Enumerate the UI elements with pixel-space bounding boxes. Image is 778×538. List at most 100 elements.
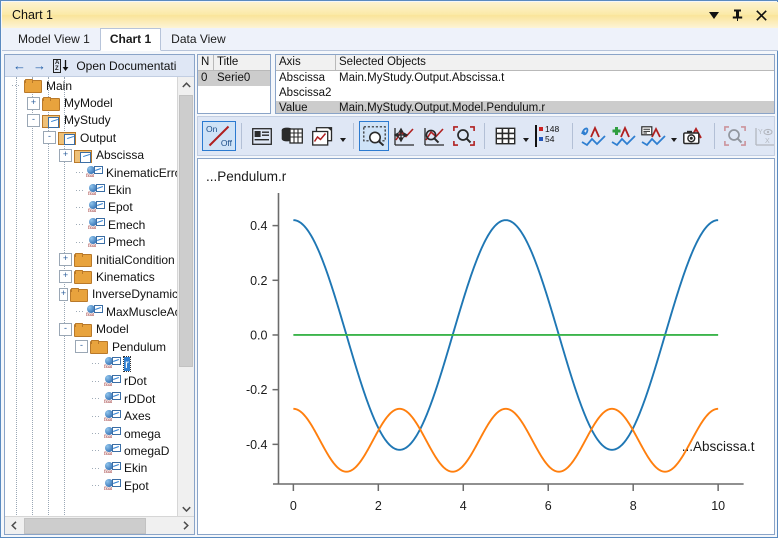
tree-item-rddot[interactable]: ⋯ float rDDot (5, 390, 178, 407)
tree-branch-icon: ⋯ (75, 236, 84, 247)
curve-label[interactable] (638, 121, 668, 151)
tree-item-abscissa[interactable]: + Abscissa (5, 147, 178, 164)
grid-toggle[interactable] (490, 121, 520, 151)
tree-item-omega[interactable]: ⋯ float omega (5, 425, 178, 442)
zoom-axis[interactable] (419, 121, 449, 151)
tree-item-label: MyModel (64, 96, 113, 111)
legend-counts[interactable]: 148 54 (531, 121, 567, 151)
collapse-icon[interactable]: - (43, 131, 56, 145)
new-chart[interactable] (307, 121, 337, 151)
float-variable-icon: float (104, 392, 121, 406)
zoom-reset[interactable] (449, 121, 479, 151)
tree-item-emech[interactable]: ⋯ float Emech (5, 216, 178, 233)
tree-vertical-scrollbar[interactable] (177, 77, 194, 517)
scroll-left-icon[interactable] (5, 517, 22, 533)
expand-icon[interactable]: + (59, 148, 72, 162)
tree-item-model[interactable]: - Model (5, 320, 178, 337)
axis-col-axis[interactable]: Axis (276, 55, 336, 70)
series-table[interactable]: N Title 0 Serie0 (197, 54, 271, 114)
model-tree[interactable]: ⋯ Main + MyModel - MyStudy - Output + Abscissa ⋯ fl… (5, 77, 178, 517)
zoom-rectangle[interactable] (359, 121, 389, 151)
series-col-title[interactable]: Title (214, 55, 270, 70)
chart-data-table[interactable] (277, 121, 307, 151)
tree-item-label: rDDot (124, 391, 156, 406)
close-icon[interactable] (755, 9, 768, 22)
tree-item-maxmuscleacti[interactable]: ⋯floatMaxMuscleActi (5, 303, 178, 320)
collapse-icon[interactable]: - (75, 340, 88, 354)
tree-item-pendulum[interactable]: - Pendulum (5, 338, 178, 355)
pan-chart[interactable] (389, 121, 419, 151)
tree-item-mymodel[interactable]: + MyModel (5, 94, 178, 111)
expand-icon[interactable]: + (59, 270, 72, 284)
tree-item-epot[interactable]: ⋯ float Epot (5, 477, 178, 494)
curve-label-dropdown[interactable] (668, 121, 679, 151)
series-cell-title: Serie0 (217, 72, 251, 84)
tree-item-ekin[interactable]: ⋯ float Ekin (5, 181, 178, 198)
capture-chart[interactable] (679, 121, 709, 151)
float-variable-icon: float (104, 374, 121, 389)
tab-model-view-1[interactable]: Model View 1 (8, 28, 100, 50)
tree-item-label: Main (46, 78, 73, 93)
tree-item-kinematicerror[interactable]: ⋯ float KinematicError (5, 164, 178, 181)
expand-icon[interactable]: + (59, 253, 72, 267)
open-documentation-link[interactable]: Open Documentati (76, 59, 176, 73)
tree-item-ekin[interactable]: ⋯ float Ekin (5, 460, 178, 477)
zoom-fit-icon (453, 126, 475, 146)
on-off-toggle[interactable]: On Off (202, 121, 236, 151)
tab-chart-1[interactable]: Chart 1 (99, 28, 162, 51)
chart-canvas[interactable]: ...Pendulum.r -0.4 -0.2 0.0 0.2 0.4 0 2 4 6 8 10...… (197, 158, 775, 535)
collapse-icon[interactable]: - (59, 322, 72, 336)
back-arrow-icon[interactable]: ← (13, 59, 26, 72)
tree-item-omegad[interactable]: ⋯ float omegaD (5, 442, 178, 459)
study-chart-icon (42, 114, 60, 128)
axis-col-objects[interactable]: Selected Objects (336, 55, 774, 70)
expand-icon[interactable]: + (27, 96, 40, 110)
table-row[interactable]: Value Main.MyStudy.Output.Model.Pendulum… (276, 101, 774, 113)
tree-item-axes[interactable]: ⋯ float Axes (5, 407, 178, 424)
tree-item-output[interactable]: - Output (5, 129, 178, 146)
chart-properties[interactable] (247, 121, 277, 151)
series-col-n[interactable]: N (198, 55, 214, 70)
tree-item-label: Epot (108, 200, 133, 215)
tree-item-initialcondition[interactable]: + InitialCondition (5, 251, 178, 268)
tree-item-r[interactable]: ⋯ float r (5, 355, 178, 372)
tree-branch-icon: ⋯ (91, 428, 100, 438)
table-row[interactable]: Abscissa Main.MyStudy.Output.Abscissa.t (276, 71, 774, 86)
axis-table[interactable]: Axis Selected Objects Abscissa Main.MySt… (275, 54, 775, 114)
count-top: 148 (545, 124, 560, 134)
view-tab-strip: Model View 1 Chart 1 Data View (2, 28, 778, 51)
tree-branch-icon: ⋯ (91, 375, 100, 386)
tab-data-view[interactable]: Data View (161, 28, 235, 50)
table-row[interactable]: 0 Serie0 (198, 71, 270, 86)
tree-item-epot[interactable]: ⋯ float Epot (5, 199, 178, 216)
y-axis-label: ...Pendulum.r (206, 169, 287, 184)
tree-item-main[interactable]: ⋯ Main (5, 77, 178, 94)
scroll-up-icon[interactable] (178, 77, 194, 93)
float-variable-icon: float (104, 357, 121, 371)
tree-item-rdot[interactable]: ⋯ float rDot (5, 373, 178, 390)
table-row[interactable]: Abscissa2 (276, 86, 774, 101)
collapse-icon[interactable]: - (27, 113, 40, 127)
sort-az-icon[interactable]: AZ (53, 58, 69, 73)
tree-item-kinematics[interactable]: + Kinematics (5, 268, 178, 285)
chevron-down-icon[interactable] (707, 9, 720, 22)
x-tick-label: 6 (545, 499, 552, 513)
add-curve[interactable] (608, 121, 638, 151)
tree-item-pmech[interactable]: ⋯ float Pmech (5, 234, 178, 251)
grid-dropdown[interactable] (520, 121, 531, 151)
expand-icon[interactable]: + (59, 287, 68, 301)
tree-horizontal-scrollbar[interactable] (5, 516, 194, 534)
tree-item-mystudy[interactable]: - MyStudy (5, 112, 178, 129)
tree-branch-icon: ⋯ (75, 184, 84, 195)
forward-arrow-icon[interactable]: → (33, 59, 46, 72)
float-variable-icon: float (104, 479, 121, 493)
pin-icon[interactable] (731, 9, 744, 22)
tree-item-inversedynamic[interactable]: + InverseDynamic (5, 286, 178, 303)
tree-branch-icon: ⋯ (75, 219, 84, 230)
scroll-down-icon[interactable] (178, 501, 194, 517)
curve-settings[interactable] (578, 121, 608, 151)
tree-hscroll-thumb[interactable] (24, 518, 146, 534)
tree-scroll-thumb[interactable] (179, 95, 193, 367)
scroll-right-icon[interactable] (177, 517, 194, 533)
new-chart-dropdown[interactable] (337, 121, 348, 151)
